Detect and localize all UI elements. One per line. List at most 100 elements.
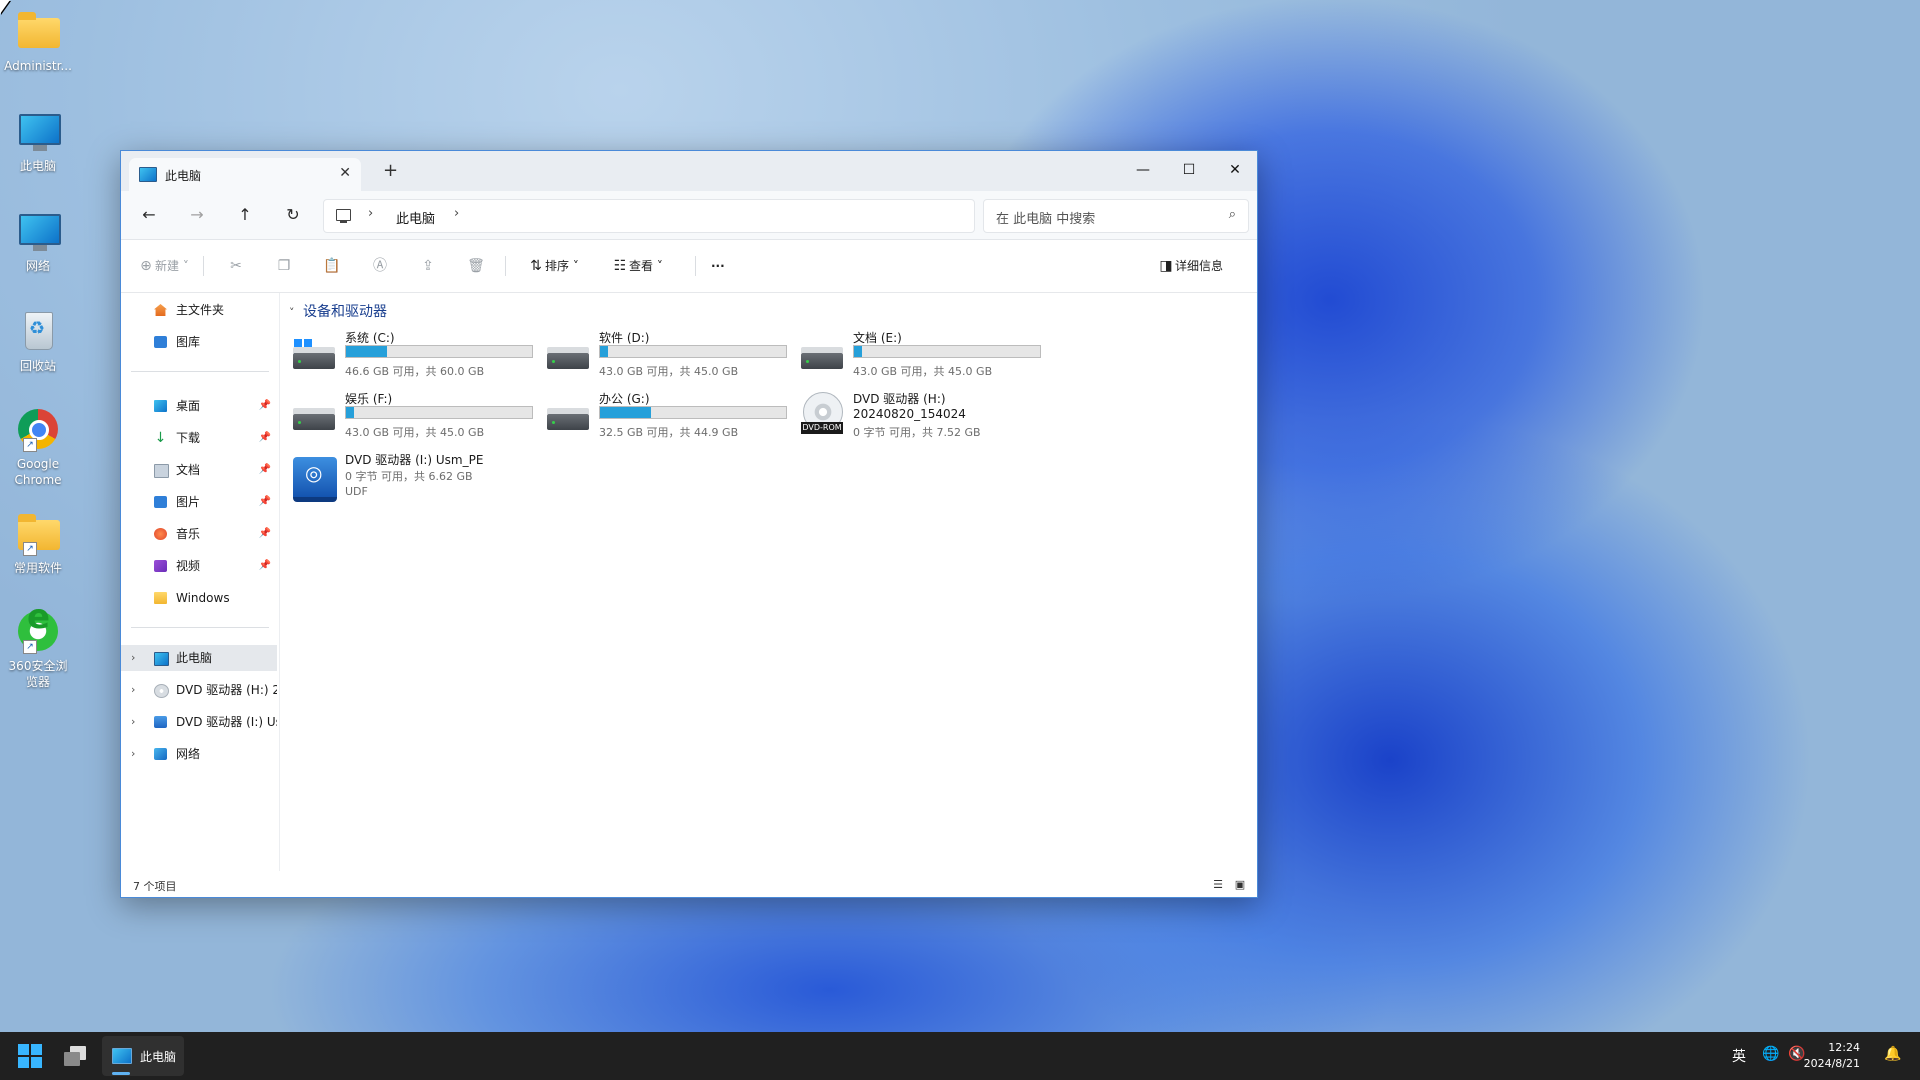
nav-item-home[interactable]: 主文件夹 bbox=[121, 297, 277, 323]
new-button[interactable]: ⊕ 新建 ˅ bbox=[137, 256, 189, 276]
chevron-right-icon[interactable]: › bbox=[131, 677, 135, 703]
new-tab-button[interactable]: + bbox=[383, 160, 398, 181]
pin-icon[interactable]: 📌 bbox=[259, 393, 271, 419]
nav-item-network[interactable]: › 网络 bbox=[121, 741, 277, 767]
tab-this-pc[interactable]: 此电脑 ✕ bbox=[129, 158, 361, 191]
desktop-icon-label: Administr... bbox=[4, 59, 72, 73]
pin-icon[interactable]: 📌 bbox=[259, 521, 271, 547]
pane-resizer[interactable] bbox=[279, 293, 280, 871]
dvd-pe-icon bbox=[293, 457, 337, 502]
task-view-button[interactable] bbox=[64, 1046, 86, 1066]
chrome-icon: ↗ bbox=[15, 406, 61, 452]
computer-icon bbox=[15, 108, 61, 154]
drive-usage-bar bbox=[345, 345, 533, 358]
search-input[interactable]: 在 此电脑 中搜索 bbox=[996, 208, 1095, 227]
shortcut-arrow-icon: ↗ bbox=[23, 438, 37, 452]
search-box[interactable]: 在 此电脑 中搜索 ⌕ bbox=[983, 199, 1249, 233]
nav-item-label: 文档 bbox=[176, 463, 201, 477]
maximize-button[interactable]: ☐ bbox=[1169, 157, 1209, 183]
drive-g[interactable]: 办公 (G:) 32.5 GB 可用，共 44.9 GB bbox=[547, 390, 797, 446]
nav-item-this-pc[interactable]: › 此电脑 bbox=[121, 645, 277, 671]
drive-e[interactable]: 文档 (E:) 43.0 GB 可用，共 45.0 GB bbox=[801, 329, 1051, 385]
nav-item-gallery[interactable]: 图库 bbox=[121, 329, 277, 355]
close-window-button[interactable]: ✕ bbox=[1215, 157, 1255, 183]
computer-icon bbox=[336, 209, 351, 223]
desktop-icon-common-software[interactable]: ↗ 常用软件 bbox=[4, 510, 72, 576]
minimize-button[interactable]: — bbox=[1123, 157, 1163, 183]
close-tab-button[interactable]: ✕ bbox=[339, 165, 351, 181]
nav-item-pictures[interactable]: 图片 📌 bbox=[121, 489, 277, 515]
pin-icon[interactable]: 📌 bbox=[259, 425, 271, 451]
nav-item-desktop[interactable]: 桌面 📌 bbox=[121, 393, 277, 419]
chevron-right-icon[interactable]: › bbox=[131, 645, 135, 671]
chevron-right-icon[interactable]: › bbox=[131, 709, 135, 735]
pin-icon[interactable]: 📌 bbox=[259, 553, 271, 579]
nav-item-label: 图片 bbox=[176, 495, 201, 509]
drive-f[interactable]: 娱乐 (F:) 43.0 GB 可用，共 45.0 GB bbox=[293, 390, 543, 446]
delete-button[interactable]: 🗑 bbox=[467, 256, 485, 276]
drive-volume-label: 20240820_154024 bbox=[853, 407, 966, 421]
nav-item-videos[interactable]: 视频 📌 bbox=[121, 553, 277, 579]
taskbar-app-this-pc[interactable]: 此电脑 bbox=[102, 1036, 184, 1076]
active-indicator bbox=[112, 1072, 130, 1075]
trash-icon: 🗑 bbox=[467, 258, 485, 274]
refresh-button[interactable]: ↻ bbox=[283, 205, 303, 225]
chevron-right-icon[interactable]: › bbox=[454, 206, 459, 221]
drive-dvd-h[interactable]: DVD-ROM DVD 驱动器 (H:) 20240820_154024 0 字… bbox=[801, 390, 1051, 446]
desktop-icon-this-pc[interactable]: 此电脑 bbox=[4, 108, 72, 174]
nav-item-music[interactable]: 音乐 📌 bbox=[121, 521, 277, 547]
view-button[interactable]: ☷ 查看 ˅ bbox=[611, 256, 663, 276]
new-label: 新建 bbox=[155, 259, 180, 273]
drive-usage-fill bbox=[600, 346, 609, 357]
toolbar-divider bbox=[505, 256, 506, 276]
share-button[interactable]: ⇪ bbox=[419, 256, 437, 276]
drive-name: 办公 (G:) bbox=[599, 392, 650, 406]
chevron-right-icon[interactable]: › bbox=[368, 206, 373, 221]
desktop-icon-360-browser[interactable]: ↗ 360安全浏览器 bbox=[4, 608, 72, 690]
system-clock[interactable]: 12:24 2024/8/21 bbox=[1790, 1040, 1860, 1072]
pin-icon[interactable]: 📌 bbox=[259, 489, 271, 515]
notification-bell-icon[interactable]: 🔔 bbox=[1884, 1046, 1901, 1062]
nav-item-dvd-h[interactable]: › DVD 驱动器 (H:) 2 bbox=[121, 677, 277, 703]
breadcrumb-this-pc[interactable]: 此电脑 bbox=[396, 208, 435, 227]
more-options-button[interactable]: ··· bbox=[711, 256, 725, 276]
nav-item-downloads[interactable]: ↓ 下载 📌 bbox=[121, 425, 277, 451]
dvd-rom-badge: DVD-ROM bbox=[801, 422, 843, 434]
desktop-icon-chrome[interactable]: ↗ Google Chrome bbox=[4, 406, 72, 488]
desktop-icon-label: Google Chrome bbox=[14, 457, 62, 487]
title-bar[interactable]: 此电脑 ✕ + — ☐ ✕ bbox=[121, 151, 1257, 191]
desktop-icon-administrator[interactable]: Administr... bbox=[4, 8, 72, 74]
start-button[interactable] bbox=[18, 1044, 42, 1068]
details-view-button[interactable]: ☰ bbox=[1211, 878, 1225, 892]
sort-button[interactable]: ⇅ 排序 ˅ bbox=[527, 256, 579, 276]
input-method-indicator[interactable]: 英 bbox=[1732, 1046, 1746, 1066]
drive-free-space: 32.5 GB 可用，共 44.9 GB bbox=[599, 426, 739, 439]
forward-button[interactable]: → bbox=[187, 205, 207, 225]
group-header-devices[interactable]: ˅ 设备和驱动器 bbox=[289, 301, 387, 321]
details-pane-button[interactable]: ◨ 详细信息 bbox=[1157, 256, 1223, 276]
up-button[interactable]: ↑ bbox=[235, 205, 255, 225]
chevron-right-icon[interactable]: › bbox=[131, 741, 135, 767]
drive-name: 软件 (D:) bbox=[599, 331, 650, 345]
drive-d[interactable]: 软件 (D:) 43.0 GB 可用，共 45.0 GB bbox=[547, 329, 797, 385]
shortcut-arrow-icon: ↗ bbox=[23, 640, 37, 654]
cut-button[interactable]: ✂ bbox=[227, 256, 245, 276]
address-bar[interactable]: › 此电脑 › bbox=[323, 199, 975, 233]
back-button[interactable]: ← bbox=[139, 205, 159, 225]
pin-icon[interactable]: 📌 bbox=[259, 457, 271, 483]
drive-c[interactable]: 系统 (C:) 46.6 GB 可用，共 60.0 GB bbox=[293, 329, 543, 385]
nav-item-documents[interactable]: 文档 📌 bbox=[121, 457, 277, 483]
paste-button[interactable]: 📋 bbox=[323, 256, 341, 276]
large-icons-view-button[interactable]: ▣ bbox=[1233, 878, 1247, 892]
desktop-icon-recycle-bin[interactable]: 回收站 bbox=[4, 308, 72, 374]
copy-button[interactable]: ❐ bbox=[275, 256, 293, 276]
taskbar-app-label: 此电脑 bbox=[140, 1050, 177, 1064]
network-globe-icon[interactable]: 🌐 bbox=[1762, 1046, 1779, 1062]
nav-item-label: 音乐 bbox=[176, 527, 201, 541]
nav-item-dvd-i[interactable]: › DVD 驱动器 (I:) Us bbox=[121, 709, 277, 735]
rename-button[interactable]: Ⓐ bbox=[371, 256, 389, 276]
drive-dvd-i[interactable]: DVD 驱动器 (I:) Usm_PE 0 字节 可用，共 6.62 GB UD… bbox=[293, 451, 543, 523]
computer-icon bbox=[139, 167, 157, 182]
desktop-icon-network[interactable]: 网络 bbox=[4, 208, 72, 274]
nav-item-windows[interactable]: Windows bbox=[121, 585, 277, 611]
